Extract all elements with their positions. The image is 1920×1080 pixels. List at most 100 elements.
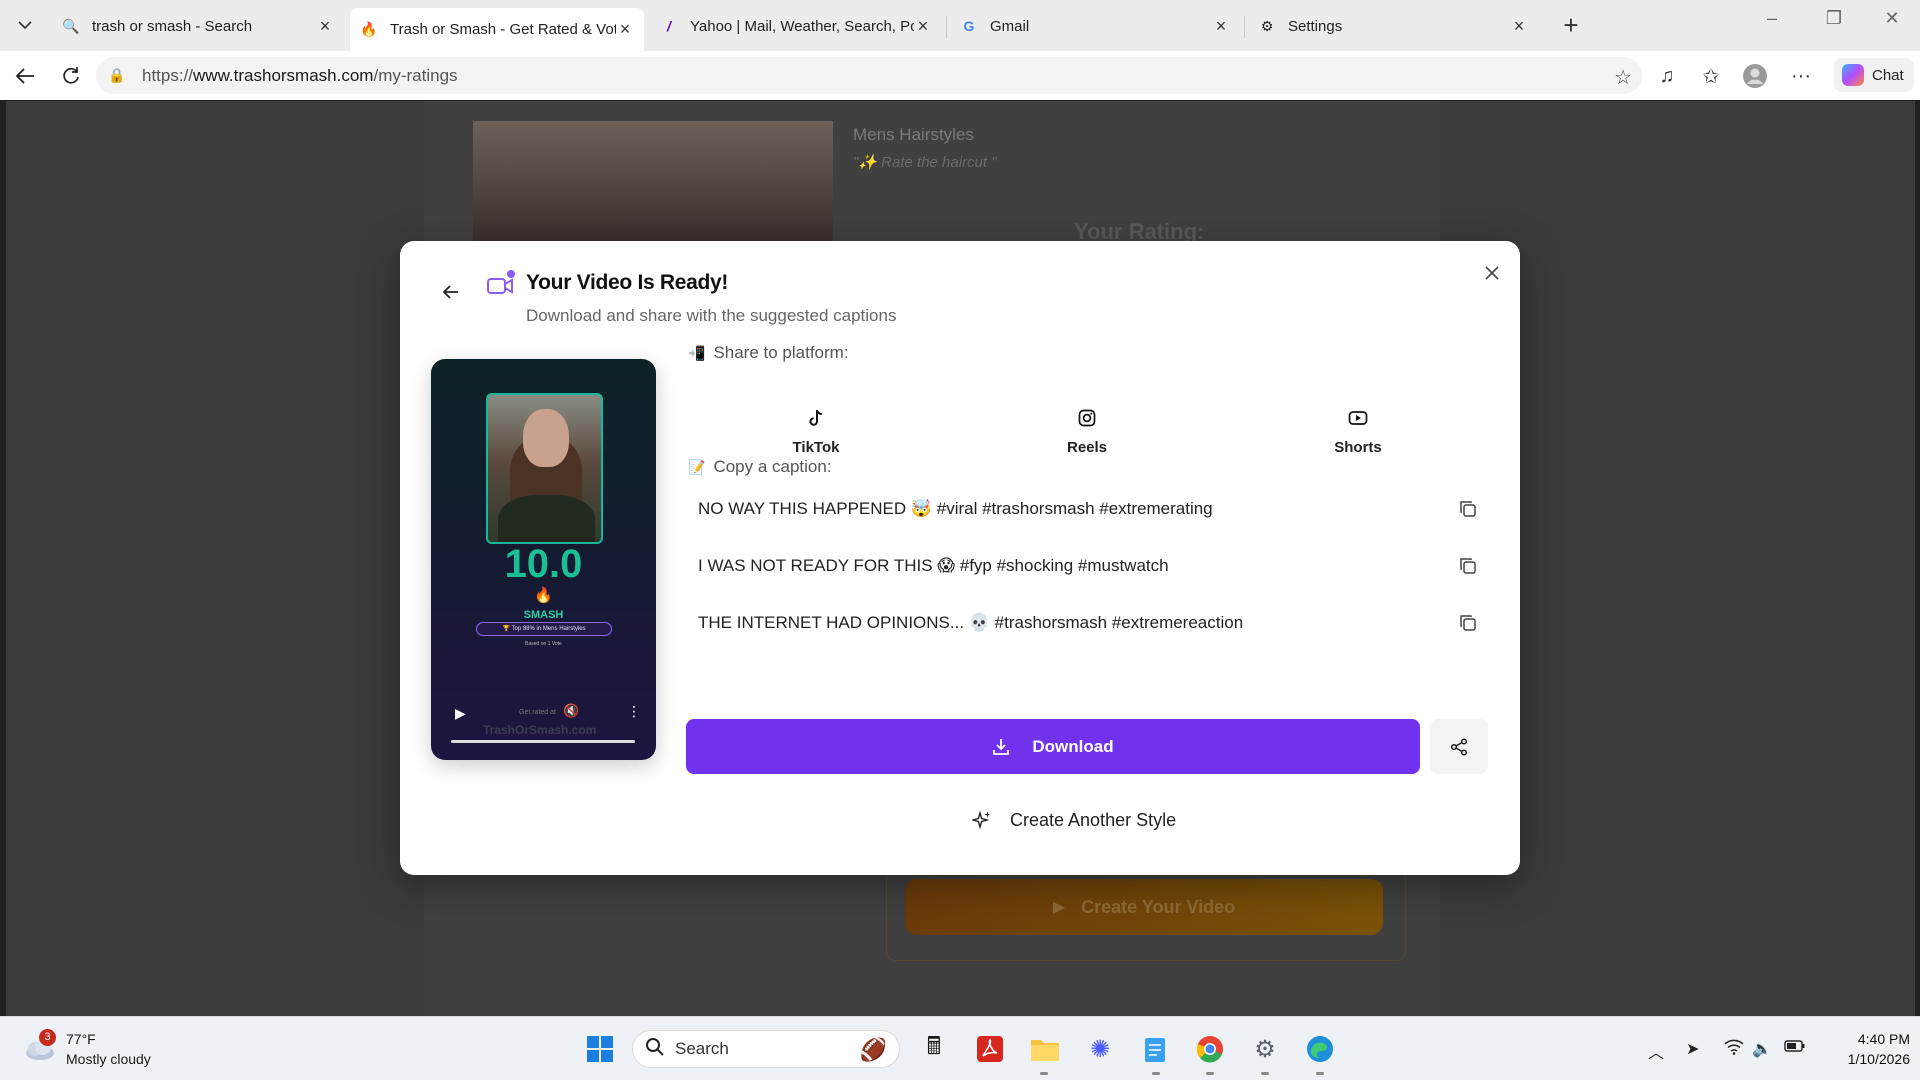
copy-icon [1460, 558, 1476, 574]
play-icon[interactable]: ▶ [455, 705, 466, 722]
file-explorer-icon[interactable] [1027, 1031, 1063, 1067]
taskbar-search-box[interactable]: Search 🏈 [632, 1030, 900, 1068]
share-section-label: 📲 Share to platform: [688, 343, 849, 363]
video-controls: TrashOrSmash.com ▶ Get rated at 🔇 ⋮ [431, 689, 656, 749]
tab-gmail[interactable]: G Gmail × [950, 8, 1240, 44]
modal-back-button[interactable] [438, 279, 464, 305]
football-icon: 🏈 [859, 1037, 887, 1062]
caption-row[interactable]: THE INTERNET HAD OPINIONS... 💀 #trashors… [686, 601, 1488, 645]
clock-time: 4:40 PM [1857, 1031, 1910, 1047]
tab-title: Yahoo | Mail, Weather, Search, Politics [690, 17, 914, 35]
copy-caption-button[interactable] [1448, 489, 1488, 529]
battery-icon[interactable] [1784, 1039, 1806, 1058]
tab-title: Trash or Smash - Get Rated & Vote [390, 21, 616, 38]
windows-start-icon[interactable] [582, 1031, 618, 1067]
mute-icon[interactable]: 🔇 [563, 703, 579, 719]
tab-title: Settings [1288, 17, 1343, 35]
video-progress-bar[interactable] [451, 740, 635, 743]
video-camera-icon [486, 269, 518, 299]
refresh-button[interactable] [56, 61, 86, 91]
platform-label: Shorts [1334, 439, 1382, 456]
modal-subtitle: Download and share with the suggested ca… [526, 306, 897, 325]
cloud-icon: 3 [22, 1029, 56, 1062]
copy-caption-button[interactable] [1448, 546, 1488, 586]
tab-settings[interactable]: ⚙ Settings × [1248, 8, 1538, 44]
chrome-icon[interactable] [1192, 1031, 1228, 1067]
modal-close-button[interactable] [1478, 259, 1506, 287]
wifi-icon[interactable] [1724, 1039, 1744, 1060]
close-window-button[interactable]: ✕ [1872, 8, 1912, 29]
share-button[interactable] [1430, 719, 1488, 774]
restore-button[interactable]: ❐ [1814, 8, 1854, 29]
share-tiktok-button[interactable]: TikTok [756, 406, 876, 456]
close-tab-icon[interactable]: × [316, 16, 334, 37]
notepad-icon[interactable] [1137, 1031, 1173, 1067]
create-video-label: Create Your Video [1081, 896, 1236, 917]
new-tab-button[interactable]: + [1556, 10, 1586, 40]
background-category-subtitle: "✨ Rate the haircut " [853, 154, 997, 171]
video-preview[interactable]: 10.0 🔥 SMASH 🏆 Top 88% in Mens Hairstyle… [431, 359, 656, 760]
caption-text: THE INTERNET HAD OPINIONS... 💀 #trashors… [698, 613, 1244, 632]
caption-row[interactable]: NO WAY THIS HAPPENED 🤯 #viral #trashorsm… [686, 487, 1488, 531]
caption-text: NO WAY THIS HAPPENED 🤯 #viral #trashorsm… [698, 499, 1213, 518]
preview-footer-text: Get rated at [519, 709, 556, 716]
chat-label: Chat [1872, 66, 1904, 84]
address-bar[interactable]: 🔒 https://www.trashorsmash.com/my-rating… [96, 57, 1642, 94]
tab-title: trash or smash - Search [92, 17, 253, 35]
minimize-button[interactable]: – [1752, 8, 1792, 29]
copilot-chat-button[interactable]: Chat [1834, 58, 1914, 92]
tab-trash-or-smash[interactable]: 🔥 Trash or Smash - Get Rated & Vote × [350, 8, 644, 51]
show-hidden-icons-chevron-icon[interactable]: ︿ [1648, 1039, 1664, 1063]
preview-verdict: SMASH [523, 609, 564, 621]
favorites-icon[interactable]: ✩ [1698, 63, 1724, 89]
preview-photo [486, 393, 603, 544]
edge-icon[interactable] [1302, 1031, 1338, 1067]
profile-avatar[interactable] [1742, 63, 1768, 89]
download-button[interactable]: Download [686, 719, 1420, 774]
preview-vote-count: Based on 1 Vote [525, 641, 562, 647]
tab-actions-menu-button[interactable] [8, 10, 42, 40]
copy-icon [1460, 615, 1476, 631]
caption-text: I WAS NOT READY FOR THIS 😱 #fyp #shockin… [698, 556, 1169, 575]
search-icon [645, 1037, 665, 1062]
calculator-icon[interactable]: 🖩 [916, 1031, 952, 1067]
youtube-icon [1298, 406, 1418, 430]
gear-icon: ⚙ [1260, 17, 1274, 34]
tiktok-icon [756, 406, 876, 430]
tab-search[interactable]: 🔍 trash or smash - Search × [52, 8, 344, 44]
share-label-text: Share to platform: [713, 343, 849, 362]
back-button[interactable] [10, 61, 40, 91]
platform-label: TikTok [792, 439, 840, 456]
caption-row[interactable]: I WAS NOT READY FOR THIS 😱 #fyp #shockin… [686, 544, 1488, 588]
app-icon[interactable]: ✺ [1082, 1031, 1118, 1067]
create-another-style-button[interactable]: Create Another Style [972, 805, 1176, 835]
favorite-star-icon[interactable]: ☆ [1614, 65, 1632, 90]
close-tab-icon[interactable]: × [1212, 16, 1230, 37]
windows-taskbar: 3 77°F Mostly cloudy Search 🏈 🖩 ✺ ⚙ ︿ ➤ [0, 1016, 1920, 1080]
preview-watermark: TrashOrSmash.com [483, 723, 597, 737]
memo-icon: 📝 [688, 458, 706, 475]
tab-yahoo[interactable]: / Yahoo | Mail, Weather, Search, Politic… [650, 8, 942, 44]
close-tab-icon[interactable]: × [1510, 16, 1528, 37]
location-icon[interactable]: ➤ [1686, 1039, 1699, 1059]
download-label: Download [1032, 736, 1114, 756]
volume-icon[interactable]: 🔈 [1752, 1039, 1772, 1059]
media-icon[interactable]: ♫ [1654, 63, 1680, 89]
more-vertical-icon[interactable]: ⋮ [627, 703, 641, 720]
acrobat-icon[interactable] [972, 1031, 1008, 1067]
settings-gear-icon[interactable]: ⚙ [1247, 1031, 1283, 1067]
close-tab-icon[interactable]: × [914, 16, 932, 37]
share-reels-button[interactable]: Reels [1027, 406, 1147, 456]
chevron-down-icon [18, 21, 32, 30]
more-menu-icon[interactable]: ··· [1788, 63, 1814, 89]
close-tab-icon[interactable]: × [616, 19, 634, 40]
preview-rank-badge: 🏆 Top 88% in Mens Hairstyles [476, 622, 612, 636]
google-icon: G [963, 18, 975, 34]
weather-widget[interactable]: 3 77°F Mostly cloudy [22, 1029, 151, 1069]
copy-caption-button[interactable] [1448, 603, 1488, 643]
share-shorts-button[interactable]: Shorts [1298, 406, 1418, 456]
modal-title: Your Video Is Ready! [526, 271, 729, 294]
weather-badge: 3 [39, 1029, 56, 1046]
phone-icon: 📲 [688, 344, 706, 361]
system-clock[interactable]: 4:40 PM 1/10/2026 [1820, 1029, 1910, 1069]
